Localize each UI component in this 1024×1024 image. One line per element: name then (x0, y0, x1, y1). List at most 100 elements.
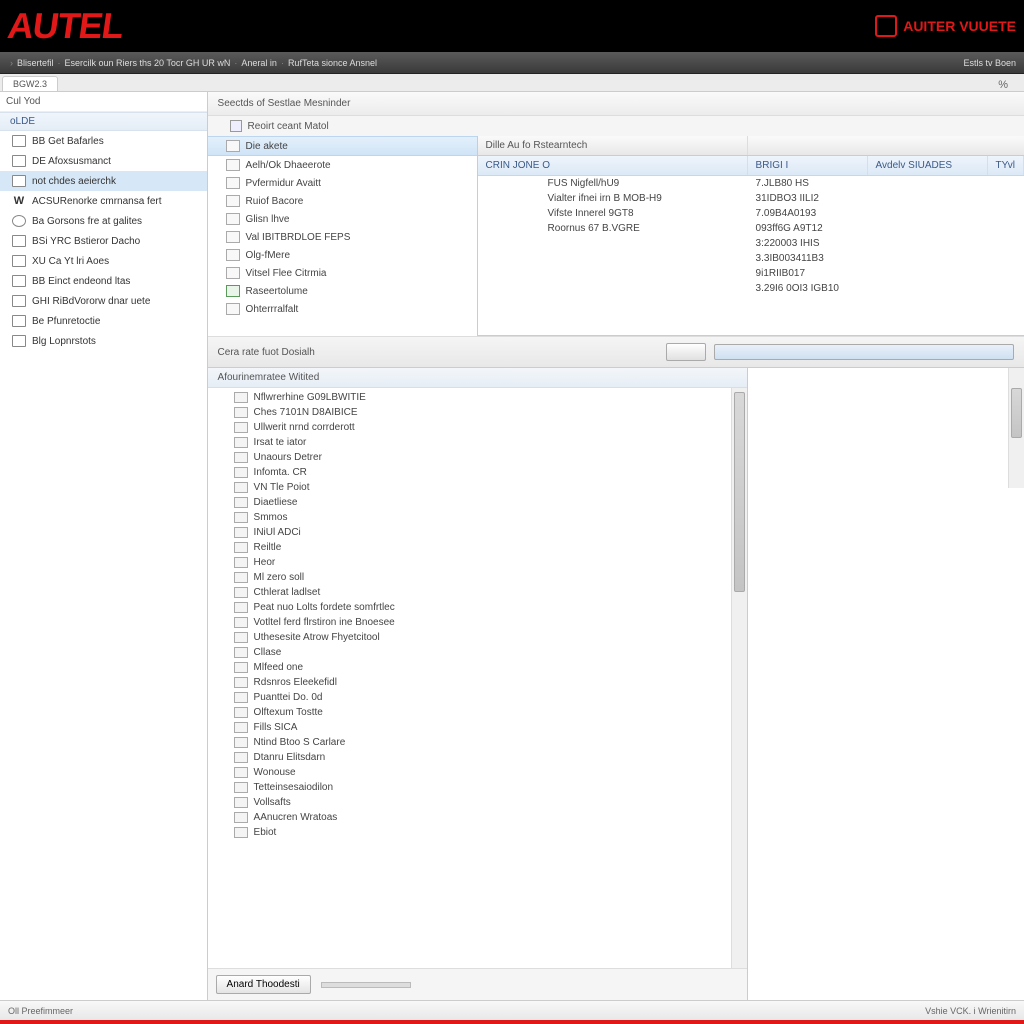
menu-item[interactable]: Aneral in (241, 58, 277, 68)
detail-button[interactable] (666, 343, 706, 361)
module-icon (234, 512, 248, 523)
category-item[interactable]: Vitsel Flee Citrmia (208, 264, 477, 282)
table-row[interactable]: Roornus 67 B.VGRE093ff6G A9T12 (478, 221, 1024, 236)
scrollbar[interactable] (1008, 368, 1024, 488)
table-row[interactable]: 9i1RIIB017 (478, 266, 1024, 281)
sidebar-item-label: BSi YRC Bstieror Dacho (32, 236, 140, 247)
module-item[interactable]: Cthlerat ladlset (208, 585, 747, 600)
top-banner: AUTEL AUITER VUUETE (0, 0, 1024, 52)
menu-item[interactable]: Esercilk oun Riers ths 20 Tocr GH UR wN (65, 58, 231, 68)
module-item[interactable]: Infomta. CR (208, 465, 747, 480)
module-item[interactable]: Olftexum Tostte (208, 705, 747, 720)
sidebar-item[interactable]: Blg Lopnrstots (0, 331, 207, 351)
category-item[interactable]: Raseertolume (208, 282, 477, 300)
sidebar-item[interactable]: Be Pfunretoctie (0, 311, 207, 331)
sidebar-item[interactable]: BB Einct endeond ltas (0, 271, 207, 291)
table-row[interactable]: Vialter ifnei irn B MOB-H931IDBO3 IILI2 (478, 191, 1024, 206)
tab-right-icon[interactable]: % (998, 79, 1024, 91)
category-item[interactable]: Val IBITBRDLOE FEPS (208, 228, 477, 246)
brand-right: AUITER VUUETE (875, 15, 1016, 37)
sidebar-item-label: DE Afoxsusmanct (32, 156, 111, 167)
table-row[interactable]: Vifste Innerel 9GT87.09B4A0193 (478, 206, 1024, 221)
module-item[interactable]: Wonouse (208, 765, 747, 780)
module-item[interactable]: INiUl ADCi (208, 525, 747, 540)
menu-item[interactable]: Blisertefil (17, 58, 54, 68)
sidebar-item[interactable]: not chdes aeierchk (0, 171, 207, 191)
scrollbar[interactable] (731, 388, 747, 968)
sidebar-item[interactable]: BSi YRC Bstieror Dacho (0, 231, 207, 251)
category-label: Olg-fMere (246, 250, 290, 261)
module-item[interactable]: Nflwrerhine G09LBWITIE (208, 390, 747, 405)
category-item[interactable]: Olg-fMere (208, 246, 477, 264)
module-item[interactable]: Puanttei Do. 0d (208, 690, 747, 705)
table-row[interactable]: FUS Nigfell/hU97.JLB80 HS (478, 176, 1024, 191)
module-item[interactable]: Uthesesite Atrow Fhyetcitool (208, 630, 747, 645)
table-row[interactable]: 3.3IB003411B3 (478, 251, 1024, 266)
module-item[interactable]: Fills SICA (208, 720, 747, 735)
cell-name: FUS Nigfell/hU9 (478, 178, 748, 189)
sidebar-section[interactable]: oLDE (0, 112, 207, 131)
main-sub[interactable]: Reoirt ceant Matol (208, 116, 1024, 136)
module-item[interactable]: Ntind Btoo S Carlare (208, 735, 747, 750)
sidebar-item[interactable]: Ba Gorsons fre at galites (0, 211, 207, 231)
sidebar-item[interactable]: XU Ca Yt lri Aoes (0, 251, 207, 271)
box-icon (12, 175, 26, 187)
category-item[interactable]: Glisn lhve (208, 210, 477, 228)
scroll-thumb[interactable] (1011, 388, 1022, 438)
action-button[interactable]: Anard Thoodesti (216, 975, 311, 994)
module-item[interactable]: Diaetliese (208, 495, 747, 510)
menu-right[interactable]: Estls tv Boen (963, 58, 1016, 68)
menubar: ›Blisertefil ·Esercilk oun Riers ths 20 … (0, 52, 1024, 74)
module-label: Tetteinsesaiodilon (254, 782, 334, 793)
cell-name (478, 268, 748, 279)
module-item[interactable]: Vollsafts (208, 795, 747, 810)
module-item[interactable]: VN Tle Poiot (208, 480, 747, 495)
module-item[interactable]: Mlfeed one (208, 660, 747, 675)
module-item[interactable]: Rdsnros Eleekefidl (208, 675, 747, 690)
module-item[interactable]: Heor (208, 555, 747, 570)
category-item[interactable]: Pvfermidur Avaitt (208, 174, 477, 192)
sidebar-item[interactable]: WACSURenorke cmrnansa fert (0, 191, 207, 211)
module-item[interactable]: Votltel ferd flrstiron ine Bnoesee (208, 615, 747, 630)
module-item[interactable]: Reiltle (208, 540, 747, 555)
module-item[interactable]: Dtanru Elitsdarn (208, 750, 747, 765)
category-item[interactable]: Aelh/Ok Dhaeerote (208, 156, 477, 174)
module-icon (234, 407, 248, 418)
module-item[interactable]: Cllase (208, 645, 747, 660)
col-header[interactable]: BRIGI I (748, 156, 868, 175)
module-item[interactable]: Smmos (208, 510, 747, 525)
module-item[interactable]: Ullwerit nrnd corrderott (208, 420, 747, 435)
module-item[interactable]: Ches 7101N D8AIBICE (208, 405, 747, 420)
module-icon (234, 662, 248, 673)
module-item[interactable]: AAnucren Wratoas (208, 810, 747, 825)
col-header[interactable]: Avdelv SIUADES (868, 156, 988, 175)
menu-item[interactable]: RufTeta sionce Ansnel (288, 58, 377, 68)
sidebar-item[interactable]: DE Afoxsusmanct (0, 151, 207, 171)
category-item[interactable]: Die akete (208, 136, 477, 156)
module-label: Cllase (254, 647, 282, 658)
sidebar-item[interactable]: BB Get Bafarles (0, 131, 207, 151)
tab-active[interactable]: BGW2.3 (2, 76, 58, 91)
slider-track[interactable] (321, 982, 411, 988)
table-row[interactable]: 3.29I6 0OI3 IGB10 (478, 281, 1024, 296)
col-header[interactable]: TYvl (988, 156, 1024, 175)
category-item[interactable]: Ruiof Bacore (208, 192, 477, 210)
module-icon (234, 527, 248, 538)
cell-value: 7.09B4A0193 (748, 208, 868, 219)
module-item[interactable]: Peat nuo Lolts fordete somfrtlec (208, 600, 747, 615)
module-item[interactable]: Tetteinsesaiodilon (208, 780, 747, 795)
module-item[interactable]: Ebiot (208, 825, 747, 840)
module-icon (234, 437, 248, 448)
module-item[interactable]: Irsat te iator (208, 435, 747, 450)
category-item[interactable]: Ohterrralfalt (208, 300, 477, 318)
table-row[interactable]: 3:220003 IHIS (478, 236, 1024, 251)
module-label: Ebiot (254, 827, 277, 838)
module-item[interactable]: Ml zero soll (208, 570, 747, 585)
module-label: Ches 7101N D8AIBICE (254, 407, 358, 418)
sidebar-item[interactable]: GHI RiBdVororw dnar uete (0, 291, 207, 311)
col-header[interactable]: CRIN JONE O (478, 156, 748, 175)
module-icon (234, 782, 248, 793)
box-icon (12, 235, 26, 247)
scroll-thumb[interactable] (734, 392, 745, 592)
module-item[interactable]: Unaours Detrer (208, 450, 747, 465)
